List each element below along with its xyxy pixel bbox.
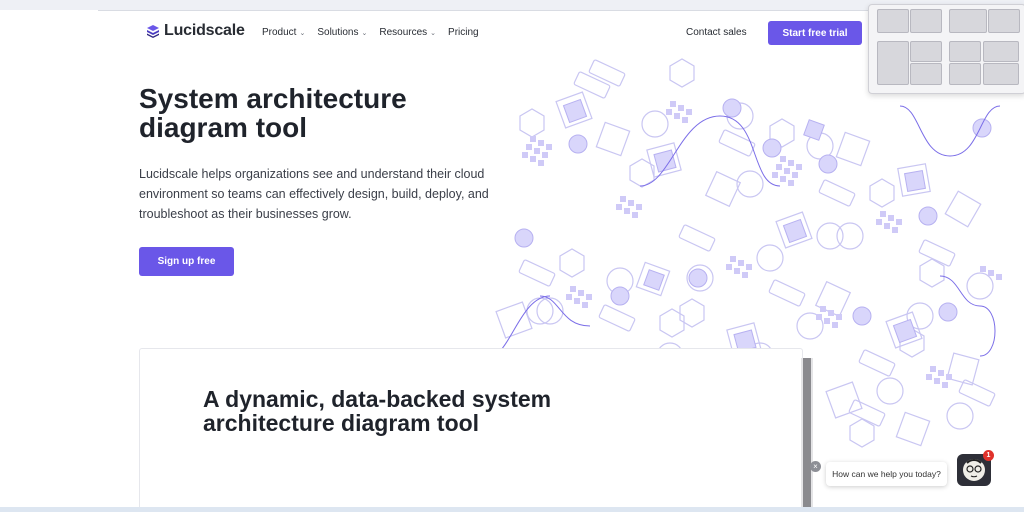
nav-menu: Product ⌄ Solutions ⌄ Resources ⌄ Pricin… — [262, 27, 479, 38]
section-title: A dynamic, data-backed system architectu… — [203, 386, 552, 436]
window-snap-layout-popup[interactable] — [868, 4, 1024, 94]
nav-item-resources[interactable]: Resources ⌄ — [379, 27, 436, 38]
snap-zone[interactable] — [877, 9, 909, 33]
snap-zone[interactable] — [910, 63, 942, 85]
contact-sales-link[interactable]: Contact sales — [686, 27, 747, 38]
nav-item-label: Solutions — [317, 27, 359, 38]
nav-item-label: Resources — [379, 27, 428, 38]
snap-zone[interactable] — [949, 63, 981, 85]
hero-title: System architecture diagram tool — [139, 83, 407, 143]
snap-zone[interactable] — [983, 41, 1019, 62]
chevron-down-icon: ⌄ — [430, 29, 437, 37]
scrollbar-thumb[interactable] — [803, 358, 811, 508]
start-free-trial-button[interactable]: Start free trial — [768, 21, 862, 45]
nav-item-product[interactable]: Product ⌄ — [262, 27, 305, 38]
sign-up-free-button[interactable]: Sign up free — [139, 247, 234, 276]
chat-prompt-bubble[interactable]: How can we help you today? — [826, 462, 947, 486]
lucidscale-logo-icon — [147, 25, 159, 38]
snap-zone[interactable] — [988, 9, 1020, 33]
nav-item-label: Pricing — [448, 27, 479, 38]
chat-assistant-avatar-icon — [963, 459, 985, 481]
snap-zone[interactable] — [910, 9, 942, 33]
snap-zone[interactable] — [949, 41, 981, 62]
nav-item-pricing[interactable]: Pricing — [448, 27, 479, 38]
chevron-down-icon: ⌄ — [299, 29, 306, 37]
snap-zone[interactable] — [949, 9, 987, 33]
window-bottom-edge — [0, 507, 1024, 512]
scrollbar[interactable] — [801, 358, 813, 508]
chat-close-button[interactable]: × — [810, 461, 821, 472]
chevron-down-icon: ⌄ — [361, 29, 368, 37]
nav-item-solutions[interactable]: Solutions ⌄ — [317, 27, 367, 38]
snap-zone[interactable] — [877, 41, 909, 85]
feature-section-card: A dynamic, data-backed system architectu… — [139, 348, 803, 512]
nav-item-label: Product — [262, 27, 297, 38]
brand-logo[interactable]: Lucidscale — [146, 22, 245, 40]
brand-name: Lucidscale — [164, 22, 245, 39]
hero-description: Lucidscale helps organizations see and u… — [139, 167, 489, 221]
snap-zone[interactable] — [910, 41, 942, 62]
snap-zone[interactable] — [983, 63, 1019, 85]
unread-count-badge: 1 — [983, 450, 994, 461]
